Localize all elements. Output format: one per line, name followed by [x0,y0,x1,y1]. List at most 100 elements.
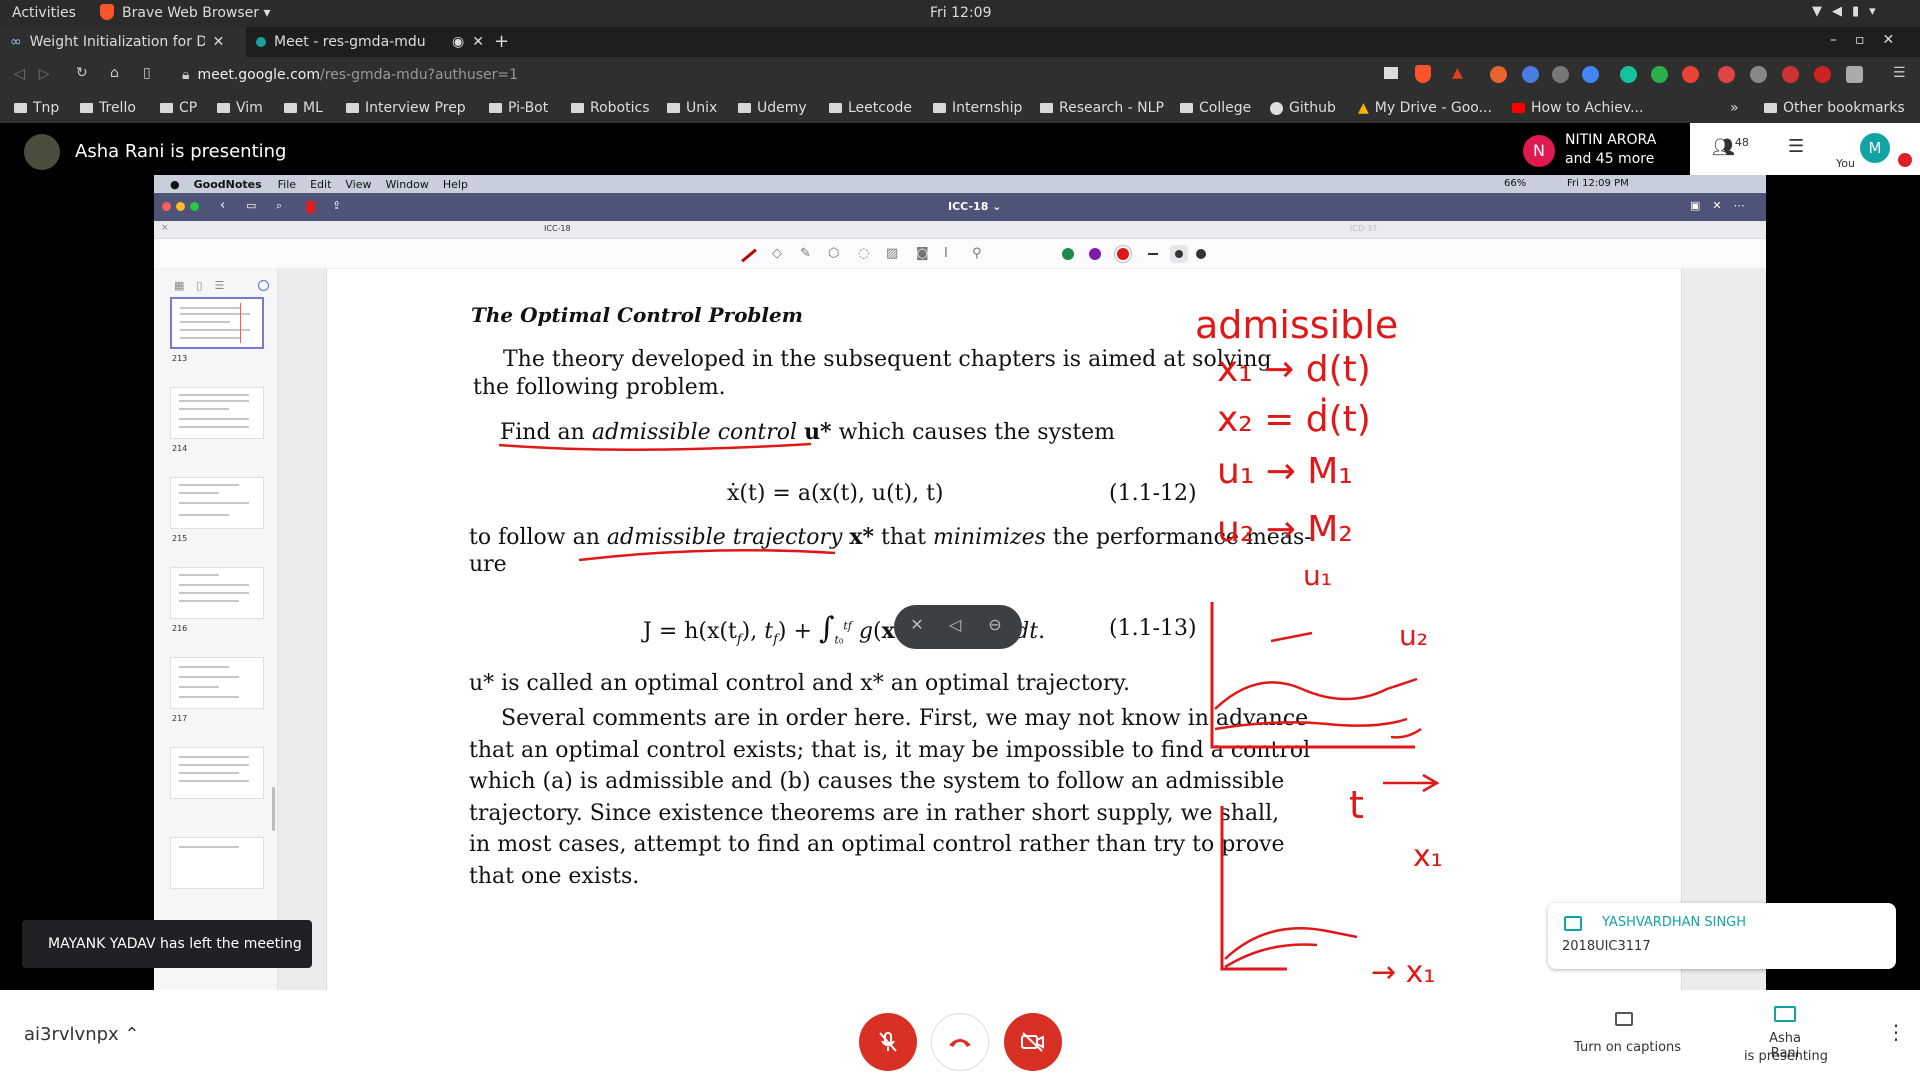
meeting-details-button[interactable]: ai3rvlvnpx ⌃ [24,1024,140,1045]
bookmark-vim[interactable]: Vim [217,100,263,116]
menu-edit[interactable]: Edit [310,178,331,191]
brave-rewards-icon[interactable]: ▲ [1452,65,1463,81]
gn-share-icon[interactable]: ⇪ [332,199,341,212]
bookmark-pi-bot[interactable]: Pi-Bot [489,100,548,116]
page-thumb-218[interactable] [170,747,264,799]
pen-tool-icon[interactable] [741,248,757,263]
menu-help[interactable]: Help [443,178,468,191]
presenting-status-line2[interactable]: is presenting [1744,1049,1828,1064]
bookmark-research-nlp[interactable]: Research - NLP [1040,100,1164,116]
page-thumb-217[interactable] [170,657,264,709]
camera-tool-icon[interactable]: ◙ [916,246,929,261]
extension-icon-8[interactable] [1718,66,1735,83]
bookmark-my-drive[interactable]: ▲ My Drive - Goo... [1358,100,1492,116]
gn-back-icon[interactable]: ‹ [220,198,225,213]
bookmark-unix[interactable]: Unix [667,100,717,116]
gn-tab-icd37[interactable]: ICD-37 [1350,224,1377,233]
mute-audio-icon[interactable]: ◁ [942,615,968,639]
minimize-window-icon[interactable] [176,202,185,211]
gn-search-icon[interactable]: ⌕ [276,199,282,213]
extension-icon-1[interactable] [1490,66,1507,83]
os-clock[interactable]: Fri 12:09 [930,5,991,21]
highlighter-tool-icon[interactable]: ✎ [800,246,811,261]
leave-call-button[interactable] [931,1013,989,1071]
nav-arrows[interactable]: ◁▷ [14,66,64,82]
url-field[interactable]: 🔒︎ meet.google.com /res-gmda-mdu?authuse… [170,61,1390,89]
bookmark-github[interactable]: Github [1270,100,1336,116]
bookmark-trello[interactable]: Trello [80,100,136,116]
laser-tool-icon[interactable]: ⚲ [972,246,982,261]
bookmark-udemy[interactable]: Udemy [738,100,807,116]
eraser-tool-icon[interactable]: ◇ [772,246,782,261]
lasso-tool-icon[interactable]: ◌ [858,246,869,261]
gn-bookmark-icon[interactable] [306,201,315,213]
people-button[interactable]: 👥︎48 [1712,136,1749,158]
bookmarks-overflow[interactable]: » [1730,100,1739,116]
close-tab-icon[interactable]: ✕ [213,34,225,50]
ink-color-red[interactable] [1117,248,1129,260]
tab-meet[interactable]: Meet - res-gmda-mdu ◉ ✕ [246,27,494,57]
gn-window-actions[interactable]: ▣✕⋯ [1690,199,1757,212]
more-options-icon[interactable]: ⋮ [1886,1020,1906,1044]
bookmark-ml[interactable]: ML [284,100,323,116]
page-thumb-216[interactable] [170,567,264,619]
extension-icon-2[interactable] [1522,66,1539,83]
chat-notification[interactable]: YASHVARDHAN SINGH 2018UIC3117 [1548,903,1896,969]
extension-icon-9[interactable] [1750,66,1767,83]
window-controls[interactable]: –▫✕ [1830,32,1912,48]
sidebar-view-icons[interactable]: ▦▯☰ [174,279,236,292]
page-thumb-213[interactable] [170,297,264,349]
close-tab-icon[interactable]: ✕ [472,34,484,50]
bookmark-icon[interactable]: ▯ [143,65,151,81]
menu-icon[interactable]: ☰ [1893,65,1906,81]
ink-color-purple[interactable] [1089,248,1101,260]
microphone-toggle[interactable] [859,1013,917,1071]
chat-button[interactable]: ☰ [1788,136,1804,157]
sidebar-check-icon[interactable] [258,280,269,291]
captions-button[interactable]: Turn on captions [1574,1040,1681,1055]
menu-view[interactable]: View [345,178,371,191]
close-window-icon[interactable] [162,202,171,211]
bookmark-internship[interactable]: Internship [933,100,1022,116]
self-avatar[interactable]: M [1860,133,1890,163]
new-tab-button[interactable]: + [494,31,509,52]
extension-icon-3[interactable] [1552,66,1569,83]
app-menu[interactable]: Brave Web Browser ▾ [122,5,270,21]
bookmark-how-to-achieve[interactable]: How to Achiev... [1512,100,1643,116]
bookmark-other[interactable]: Other bookmarks [1764,100,1905,116]
extension-icon-6[interactable] [1651,66,1668,83]
gn-tab-icc18[interactable]: ICC-18 [544,224,571,233]
activities-button[interactable]: Activities [12,5,76,21]
tab-weight-initialization[interactable]: ∞ Weight Initialization for De ✕ [0,27,246,57]
extension-icon-10[interactable] [1782,66,1799,83]
bookmark-interview-prep[interactable]: Interview Prep [346,100,466,116]
gn-doc-title[interactable]: ICC-18 ⌄ [948,200,1001,213]
grammarly-icon[interactable] [1620,66,1637,83]
stroke-medium-bg[interactable] [1170,245,1188,263]
page-thumb-214[interactable] [170,387,264,439]
reload-icon[interactable]: ↻ [76,65,88,81]
extension-icon-11[interactable] [1814,66,1831,83]
sidebar-scrollbar[interactable] [272,787,275,831]
page-thumb-215[interactable] [170,477,264,529]
brave-shields-icon[interactable] [1415,65,1431,83]
camera-toggle[interactable] [1004,1013,1062,1071]
forward-icon[interactable]: ▷ [39,66,64,82]
ink-color-green[interactable] [1062,248,1074,260]
back-icon[interactable]: ◁ [14,66,39,82]
text-tool-icon[interactable]: Ⅰ [944,246,948,261]
menu-goodnotes[interactable]: GoodNotes [194,178,262,191]
menu-file[interactable]: File [278,178,296,191]
bookmark-college[interactable]: College [1180,100,1251,116]
camera-in-use-icon[interactable] [1384,67,1398,79]
maximize-window-icon[interactable] [190,202,199,211]
home-icon[interactable]: ⌂ [110,65,119,81]
extension-icon-12[interactable] [1846,66,1863,83]
remove-icon[interactable]: ⊖ [982,615,1008,639]
page-thumb-219[interactable] [170,837,264,889]
system-tray[interactable]: ▼◀▮▾ [1812,4,1886,19]
pin-off-icon[interactable]: ✕ [904,615,930,639]
stroke-thin[interactable] [1148,253,1158,255]
bookmark-tnp[interactable]: Tnp [14,100,59,116]
extension-icon-4[interactable] [1582,66,1599,83]
